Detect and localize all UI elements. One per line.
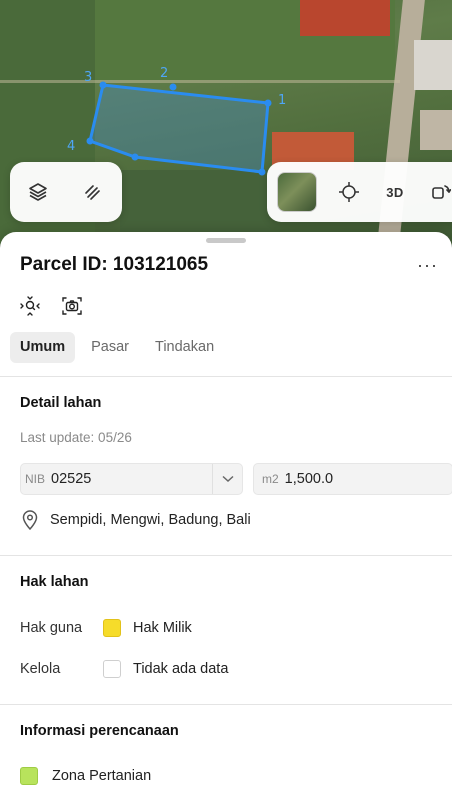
location-pin-icon	[22, 510, 38, 530]
zoom-to-parcel-icon[interactable]	[18, 294, 42, 318]
zone-label: Zona Pertanian	[52, 768, 152, 784]
location-text: Sempidi, Mengwi, Badung, Bali	[50, 512, 251, 528]
vertex-label-3: 3	[84, 70, 92, 85]
3d-toggle-button[interactable]: 3D	[381, 178, 409, 206]
rights-section-title: Hak lahan	[20, 574, 89, 590]
parcel-vertex[interactable]	[131, 153, 139, 161]
divider	[0, 704, 452, 705]
parcel-vertex[interactable]	[99, 81, 107, 89]
hak-milik-swatch	[103, 619, 121, 637]
area-value: 1,500.0	[284, 471, 334, 487]
satellite-map[interactable]: 3 2 1 4 3D	[0, 0, 452, 245]
parcel-detail-sheet: Parcel ID: 103121065 ··· Umum Pasar Tind…	[0, 232, 452, 804]
vertex-label-4: 4	[67, 139, 75, 154]
satellite-thumbnail[interactable]	[277, 172, 317, 212]
planning-section-title: Informasi perencanaan	[20, 723, 179, 739]
rights-key: Kelola	[20, 661, 61, 677]
sheet-tabs: Umum Pasar Tindakan	[10, 332, 224, 363]
rotate-icon[interactable]	[427, 178, 452, 206]
parcel-fields-row: NIB 02525 m2 1,500.0	[20, 463, 452, 495]
area-prefix: m2	[262, 472, 279, 486]
parcel-vertex[interactable]	[169, 83, 177, 91]
more-options-button[interactable]: ···	[417, 256, 438, 274]
vertex-label-1: 1	[278, 93, 286, 108]
title-row: Parcel ID: 103121065 ···	[20, 254, 438, 276]
rights-value: Hak Milik	[133, 620, 192, 636]
zone-swatch	[20, 767, 38, 785]
3d-label: 3D	[386, 184, 404, 200]
drag-handle[interactable]	[206, 238, 246, 243]
area-field[interactable]: m2 1,500.0	[253, 463, 452, 495]
last-update-text: Last update: 05/26	[20, 430, 132, 445]
divider	[0, 376, 452, 377]
tab-tindakan[interactable]: Tindakan	[145, 332, 224, 363]
parcel-vertex[interactable]	[86, 137, 94, 145]
map-tools-panel	[10, 162, 122, 222]
no-data-swatch	[103, 660, 121, 678]
rights-key: Hak guna	[20, 620, 83, 636]
parcel-vertex[interactable]	[264, 99, 272, 107]
parcel-vertex[interactable]	[258, 168, 266, 176]
tab-pasar[interactable]: Pasar	[81, 332, 139, 363]
nib-value: 02525	[51, 471, 92, 487]
parcel-polygon[interactable]	[88, 83, 270, 174]
nib-field[interactable]: NIB 02525	[20, 463, 243, 495]
map-view-panel: 3D	[267, 162, 452, 222]
nib-prefix: NIB	[25, 472, 46, 486]
rights-value: Tidak ada data	[133, 661, 229, 677]
crosshair-icon[interactable]	[335, 178, 363, 206]
chevron-down-icon[interactable]	[212, 464, 242, 494]
app: 3 2 1 4 3D Parcel ID: 103121065 ··· Umum…	[0, 0, 452, 804]
action-icons	[18, 294, 84, 318]
zone-row: Zona Pertanian	[20, 767, 151, 785]
tab-umum[interactable]: Umum	[10, 332, 76, 363]
divider	[0, 555, 452, 556]
rights-row-hak-guna: Hak guna Hak Milik	[20, 619, 192, 637]
detail-section-title: Detail lahan	[20, 395, 102, 411]
parcel-title: Parcel ID: 103121065	[20, 254, 209, 275]
rights-row-kelola: Kelola Tidak ada data	[20, 660, 228, 678]
layers-icon[interactable]	[24, 178, 52, 206]
vertex-label-2: 2	[160, 66, 168, 81]
screenshot-camera-icon[interactable]	[60, 294, 84, 318]
ruler-icon[interactable]	[78, 178, 106, 206]
location-row: Sempidi, Mengwi, Badung, Bali	[22, 510, 251, 530]
